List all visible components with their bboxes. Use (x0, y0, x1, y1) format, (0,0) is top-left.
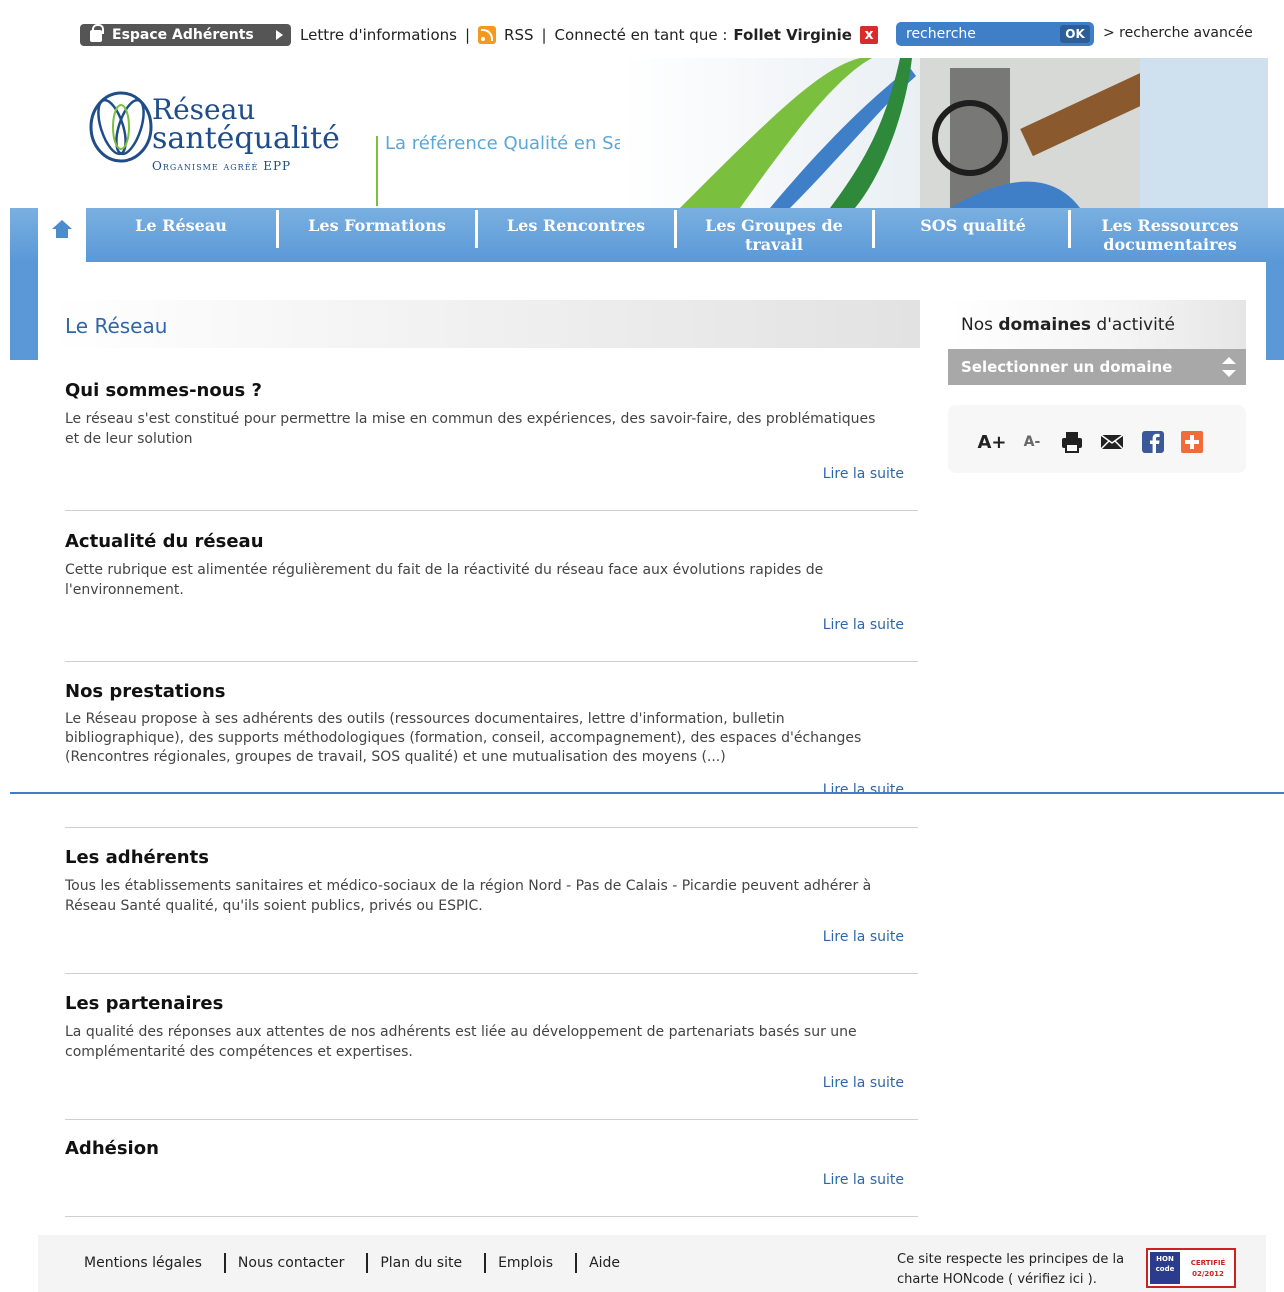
nav-le-reseau[interactable]: Le Réseau (86, 208, 276, 262)
connected-label: Connecté en tant que : (554, 26, 728, 44)
section-text: Cette rubrique est alimentée régulièreme… (65, 562, 824, 598)
nav-groupes-de-travail[interactable]: Les Groupes de travail (690, 208, 858, 262)
domain-select-label: Selectionner un domaine (961, 358, 1173, 376)
side-strip (1266, 262, 1284, 360)
footer-links: Mentions légales Nous contacter Plan du … (84, 1253, 620, 1273)
advanced-search-link[interactable]: > recherche avancée (1103, 25, 1253, 41)
read-more-link[interactable]: Lire la suite (823, 466, 904, 482)
divider (65, 661, 918, 662)
tagline: La référence Qualité en Santé (385, 133, 655, 154)
nav-les-formations[interactable]: Les Formations (279, 208, 475, 262)
section-actualite: Actualité du réseau Cette rubrique est a… (65, 531, 918, 641)
logo-text[interactable]: Réseau santéqualité Organisme agréé EPP (152, 93, 340, 173)
honcode-text[interactable]: Ce site respecte les principes de la cha… (897, 1250, 1137, 1290)
section-title: Les adhérents (65, 847, 209, 868)
domains-title-bold: domaines (998, 315, 1092, 335)
footer-separator (366, 1253, 369, 1273)
read-more-link[interactable]: Lire la suite (823, 1075, 904, 1091)
header-banner-image (620, 58, 1268, 208)
font-decrease-icon[interactable]: A- (1020, 430, 1044, 454)
logo-mark-icon[interactable] (88, 90, 154, 164)
select-arrows-icon (1222, 357, 1236, 377)
read-more-link[interactable]: Lire la suite (823, 929, 904, 945)
read-more-link[interactable]: Lire la suite (823, 782, 904, 798)
logout-close-icon[interactable]: x (859, 26, 878, 44)
facebook-icon[interactable] (1141, 430, 1165, 454)
footer-separator (223, 1253, 226, 1273)
section-text: Le Réseau propose à ses adhérents des ou… (65, 711, 862, 765)
footer-link-plan[interactable]: Plan du site (380, 1255, 462, 1271)
nav-les-rencontres[interactable]: Les Rencontres (478, 208, 674, 262)
email-icon[interactable] (1100, 430, 1124, 454)
section-adhesion: Adhésion Lire la suite (65, 1138, 918, 1208)
domains-title-suffix: d'activité (1091, 315, 1175, 335)
section-title: Nos prestations (65, 681, 226, 702)
footer-link-aide[interactable]: Aide (589, 1255, 620, 1271)
section-text: Tous les établissements sanitaires et mé… (65, 878, 872, 914)
separator: | (541, 26, 547, 44)
divider (65, 510, 918, 511)
logo-line2: santéqualité (152, 121, 340, 156)
domains-title-prefix: Nos (961, 315, 999, 335)
newsletter-link[interactable]: Lettre d'informations (300, 26, 457, 44)
footer-link-contact[interactable]: Nous contacter (238, 1255, 344, 1271)
espace-adherents-button[interactable]: Espace Adhérents (80, 24, 291, 46)
header: Réseau santéqualité Organisme agréé EPP … (40, 58, 1268, 208)
blue-rule (10, 792, 1284, 794)
rss-link[interactable]: RSS (504, 26, 533, 44)
side-strip (10, 262, 38, 360)
divider (65, 827, 918, 828)
footer-separator (484, 1253, 487, 1273)
rss-icon[interactable] (478, 26, 497, 44)
honcode-logo-icon: HON code (1150, 1252, 1180, 1284)
read-more-link[interactable]: Lire la suite (823, 1172, 904, 1188)
search-input[interactable] (906, 24, 1056, 44)
nav-ressources-documentaires[interactable]: Les Ressources documentaires (1090, 208, 1250, 262)
arrow-right-icon (276, 30, 283, 40)
section-les-adherents: Les adhérents Tous les établissements sa… (65, 847, 918, 957)
section-title: Adhésion (65, 1138, 159, 1159)
section-title: Les partenaires (65, 993, 224, 1014)
footer-link-emplois[interactable]: Emplois (498, 1255, 553, 1271)
lock-icon (90, 24, 104, 42)
logo-line1: Réseau (152, 93, 256, 126)
home-icon (52, 220, 72, 242)
print-icon[interactable] (1060, 430, 1084, 454)
main-nav: Le Réseau Les Formations Les Rencontres … (10, 208, 1284, 262)
footer-separator (575, 1253, 578, 1273)
footer-link-mentions[interactable]: Mentions légales (84, 1255, 202, 1271)
share-plus-icon[interactable] (1180, 430, 1204, 454)
nav-separator (674, 210, 677, 248)
section-text: La qualité des réponses aux attentes de … (65, 1024, 857, 1060)
top-links: Lettre d'informations | RSS | Connecté e… (300, 26, 878, 44)
espace-adherents-label: Espace Adhérents (112, 27, 254, 43)
nav-separator (1068, 210, 1071, 248)
section-text: Le réseau s'est constitué pour permettre… (65, 411, 876, 447)
divider (65, 1119, 918, 1120)
nav-sos-qualite[interactable]: SOS qualité (875, 208, 1071, 262)
section-title: Qui sommes-nous ? (65, 380, 262, 401)
honcode-badge[interactable]: HON code CERTIFIÉ 02/2012 (1146, 1248, 1236, 1288)
read-more-link[interactable]: Lire la suite (823, 617, 904, 633)
font-increase-icon[interactable]: A+ (978, 430, 1007, 454)
separator: | (464, 26, 471, 44)
divider (65, 1216, 918, 1217)
section-title: Actualité du réseau (65, 531, 264, 552)
section-qui-sommes-nous: Qui sommes-nous ? Le réseau s'est consti… (65, 380, 918, 490)
user-name: Follet Virginie (733, 26, 852, 44)
search-box: OK (896, 22, 1094, 46)
section-les-partenaires: Les partenaires La qualité des réponses … (65, 993, 918, 1103)
home-button[interactable] (38, 208, 86, 262)
page-title-bar (50, 300, 920, 348)
divider (65, 973, 918, 974)
domain-select[interactable]: Selectionner un domaine (948, 349, 1246, 385)
top-bar: Espace Adhérents Lettre d'informations |… (0, 22, 1284, 48)
page-title: Le Réseau (65, 314, 168, 338)
search-ok-button[interactable]: OK (1060, 25, 1090, 43)
logo-line3: Organisme agréé EPP (152, 159, 292, 173)
domains-title: Nos domaines d'activité (961, 315, 1175, 335)
tagline-divider (376, 136, 378, 206)
honcode-certified: CERTIFIÉ 02/2012 (1190, 1259, 1226, 1278)
